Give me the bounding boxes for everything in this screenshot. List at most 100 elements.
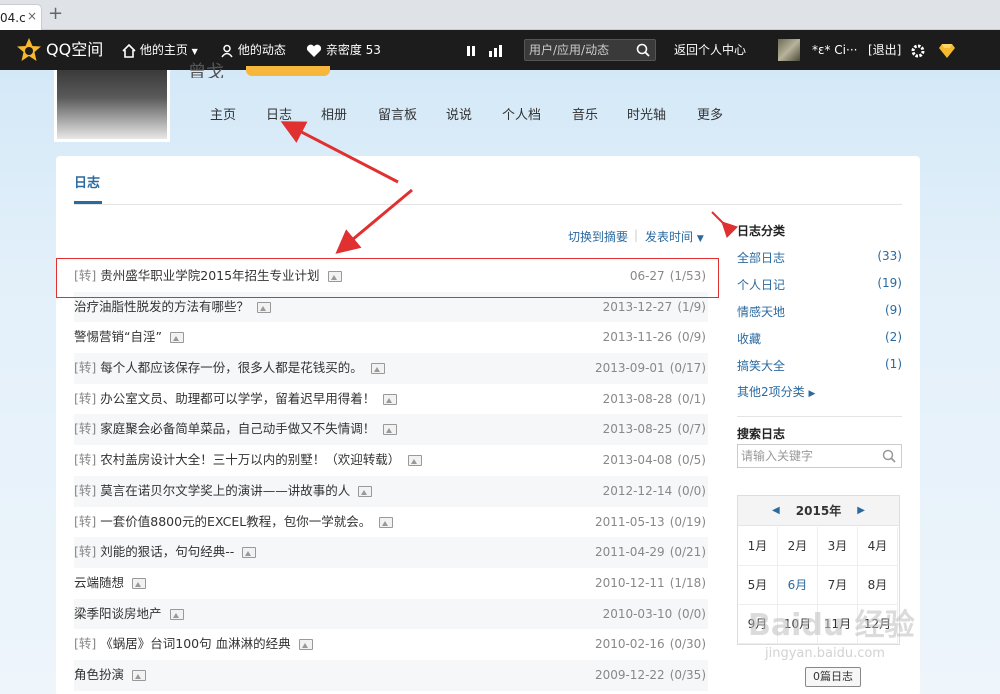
gear-icon[interactable]	[910, 30, 926, 70]
image-icon	[169, 332, 184, 344]
avatar[interactable]	[778, 39, 800, 61]
category-link[interactable]: 情感天地	[737, 303, 785, 320]
prev-year-icon[interactable]: ◀	[772, 496, 780, 526]
image-icon	[298, 639, 313, 651]
qzone-logo-text[interactable]: QQ空间	[46, 30, 103, 70]
image-icon	[370, 363, 385, 375]
blog-row[interactable]: [转] 莫言在诺贝尔文学奖上的演讲——讲故事的人 2012-12-14 (0/0)	[74, 475, 708, 507]
next-year-icon[interactable]: ▶	[857, 496, 865, 526]
blog-row[interactable]: [转] 刘能的狠话，句句经典-- 2011-04-29 (0/21)	[74, 537, 708, 568]
more-categories-link[interactable]: 其他2项分类 ▶	[737, 383, 815, 400]
calendar-month[interactable]: 1月	[738, 527, 778, 566]
blog-row[interactable]: [转] 每个人都应该保存一份，很多人都是花钱买的。 2013-09-01 (0/17…	[74, 353, 708, 384]
diamond-icon[interactable]	[938, 30, 956, 70]
blog-title-link[interactable]: 治疗油脂性脱发的方法有哪些？	[74, 299, 249, 314]
blog-row[interactable]: [转] 农村盖房设计大全！三十万以内的别墅！（欢迎转载） 2013-04-08 (0…	[74, 445, 708, 476]
blog-counts: (0/17)	[669, 361, 706, 376]
back-center-link[interactable]: 返回个人中心	[674, 30, 746, 70]
blog-title-link[interactable]: 每个人都应该保存一份，很多人都是花钱买的。	[100, 360, 363, 375]
blog-date: 2011-05-13	[594, 514, 665, 529]
sort-time-dropdown[interactable]: 发表时间 ▼	[645, 228, 704, 245]
switch-summary-link[interactable]: 切换到摘要	[568, 228, 628, 245]
category-count: (19)	[877, 276, 902, 290]
blog-title-link[interactable]: 办公室文员、助理都可以学学，留着迟早用得着！	[100, 391, 375, 406]
blog-title-link[interactable]: 角色扮演	[74, 667, 124, 682]
calendar-month[interactable]: 3月	[818, 527, 858, 566]
his-feed-label: 他的动态	[237, 43, 286, 57]
nav-shuoshuo[interactable]: 说说	[446, 104, 472, 123]
image-icon	[132, 669, 147, 681]
repost-tag: [转]	[74, 421, 97, 437]
blog-row[interactable]: [转] 家庭聚会必备简单菜品，自己动手做又不失情调！ 2013-08-25 (0/7…	[74, 414, 708, 446]
category-link[interactable]: 收藏	[737, 330, 761, 347]
blog-date: 2009-12-22	[594, 667, 665, 682]
blog-title-link[interactable]: 警惕营销“自淫”	[74, 329, 162, 344]
search-icon[interactable]	[636, 43, 650, 57]
blog-title-link[interactable]: 云端随想	[74, 575, 124, 590]
repost-tag: [转]	[74, 360, 97, 376]
profile-name: 曾戈	[188, 62, 224, 78]
blog-meta: 2013-08-28 (0/1)	[603, 384, 706, 415]
blog-title-link[interactable]: 《蜗居》台词100句 血淋淋的经典	[100, 636, 290, 651]
blog-row[interactable]: 警惕营销“自淫” 2013-11-26 (0/9)	[74, 322, 708, 353]
profile-photo[interactable]	[54, 70, 170, 142]
blog-search-input[interactable]	[738, 445, 878, 467]
nav-home[interactable]: 主页	[210, 104, 236, 123]
logout-link[interactable]: [退出]	[868, 30, 901, 70]
category-link[interactable]: 全部日志	[737, 249, 785, 266]
blog-row[interactable]: 梁季阳谈房地产 2010-03-10 (0/0)	[74, 598, 708, 630]
blog-counts: (0/19)	[669, 514, 706, 529]
blog-title-link[interactable]: 一套价值8800元的EXCEL教程，包你一学就会。	[100, 514, 371, 529]
equalizer-icon[interactable]	[488, 30, 504, 70]
blog-row[interactable]: 云端随想 2010-12-11 (1/18)	[74, 568, 708, 599]
blog-date: 2013-08-28	[602, 391, 673, 406]
person-icon	[221, 44, 233, 57]
blog-title-link[interactable]: 家庭聚会必备简单菜品，自己动手做又不失情调！	[100, 421, 375, 436]
caret-right-icon: ▶	[808, 389, 816, 399]
nav-blog[interactable]: 日志	[266, 104, 292, 123]
blog-date: 2013-09-01	[594, 361, 665, 376]
image-icon	[408, 455, 423, 467]
topbar-search-input[interactable]	[525, 40, 635, 60]
blog-title-link[interactable]: 梁季阳谈房地产	[74, 606, 162, 621]
calendar-month[interactable]: 2月	[778, 527, 818, 566]
his-home-link[interactable]: 他的主页 ▼	[122, 30, 198, 70]
blog-counts: (0/35)	[669, 667, 706, 682]
qzone-star-icon[interactable]	[16, 37, 42, 63]
blog-meta: 2009-12-22 (0/35)	[595, 660, 706, 691]
heart-icon	[306, 44, 322, 57]
browser-tab[interactable]: 04.c ×	[0, 4, 42, 30]
nav-profile[interactable]: 个人档	[502, 104, 541, 123]
browser-tab-title: 04.c	[0, 11, 26, 25]
blog-row[interactable]: [转] 办公室文员、助理都可以学学，留着迟早用得着！ 2013-08-28 (0/1…	[74, 384, 708, 415]
new-tab-button[interactable]: +	[48, 4, 63, 24]
repost-tag: [转]	[74, 390, 97, 406]
blog-title-link[interactable]: 莫言在诺贝尔文学奖上的演讲——讲故事的人	[100, 483, 350, 498]
his-feed-link[interactable]: 他的动态	[220, 30, 286, 70]
category-count: (2)	[885, 330, 902, 344]
browser-tabstrip: 04.c × +	[0, 0, 1000, 30]
blog-title-link[interactable]: 农村盖房设计大全！三十万以内的别墅！（欢迎转载）	[100, 452, 400, 467]
pause-icon[interactable]	[466, 30, 476, 70]
intimacy-link[interactable]: 亲密度 53	[306, 30, 381, 70]
repost-tag: [转]	[74, 513, 97, 529]
more-categories-label: 其他2项分类	[737, 385, 805, 399]
nav-message-board[interactable]: 留言板	[378, 104, 417, 123]
blog-row[interactable]: [转] 一套价值8800元的EXCEL教程，包你一学就会。 2011-05-13 (…	[74, 507, 708, 538]
search-icon[interactable]	[882, 449, 896, 463]
tab-blog[interactable]: 日志	[74, 172, 100, 191]
calendar-month[interactable]: 4月	[858, 527, 898, 566]
nav-music[interactable]: 音乐	[572, 104, 598, 123]
blog-row[interactable]: 角色扮演 2009-12-22 (0/35)	[74, 659, 708, 691]
tab-close-icon[interactable]: ×	[27, 9, 37, 23]
nav-timeline[interactable]: 时光轴	[627, 104, 666, 123]
blog-title-link[interactable]: 刘能的狠话，句句经典--	[100, 544, 234, 559]
category-link[interactable]: 个人日记	[737, 276, 785, 293]
nav-more[interactable]: 更多	[697, 104, 723, 123]
category-link[interactable]: 搞笑大全	[737, 357, 785, 374]
nav-album[interactable]: 相册	[321, 104, 347, 123]
blog-counts: (1/18)	[669, 575, 706, 590]
sort-time-label: 发表时间	[645, 230, 694, 244]
username[interactable]: *ε* Ci···	[812, 30, 857, 70]
blog-row[interactable]: [转] 《蜗居》台词100句 血淋淋的经典 2010-02-16 (0/30)	[74, 629, 708, 660]
